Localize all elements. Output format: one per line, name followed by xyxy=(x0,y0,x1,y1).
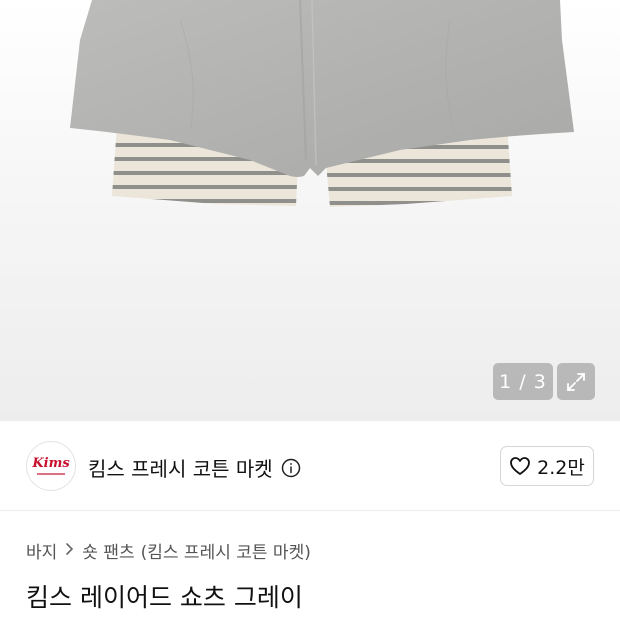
heart-icon xyxy=(510,457,531,475)
brand-name: 킴스 프레시 코튼 마켓 xyxy=(88,457,273,481)
product-title: 킴스 레이어드 쇼츠 그레이 xyxy=(26,583,303,612)
brand-logo-underline xyxy=(37,473,65,475)
expand-button[interactable] xyxy=(557,363,595,400)
like-count: 2.2만 xyxy=(537,456,585,479)
brand-logo[interactable]: Kims xyxy=(26,441,76,491)
brand-logo-text: Kims xyxy=(32,456,70,471)
chevron-right-icon xyxy=(65,542,74,560)
product-image xyxy=(70,0,574,207)
info-icon[interactable] xyxy=(281,458,301,478)
brand-row: Kims 킴스 프레시 코튼 마켓 2.2만 xyxy=(0,421,620,511)
breadcrumb: 바지 숏 팬츠 (킴스 프레시 코튼 마켓) xyxy=(26,538,311,563)
breadcrumb-subcategory[interactable]: 숏 팬츠 xyxy=(82,538,134,563)
product-gallery[interactable]: 1 / 3 xyxy=(0,0,620,421)
brand-name-link[interactable]: 킴스 프레시 코튼 마켓 xyxy=(88,453,301,482)
breadcrumb-brand[interactable]: (킴스 프레시 코튼 마켓) xyxy=(141,538,311,563)
expand-icon xyxy=(567,372,585,391)
like-button[interactable]: 2.2만 xyxy=(500,446,594,486)
image-counter: 1 / 3 xyxy=(493,363,553,400)
breadcrumb-category[interactable]: 바지 xyxy=(26,538,57,563)
